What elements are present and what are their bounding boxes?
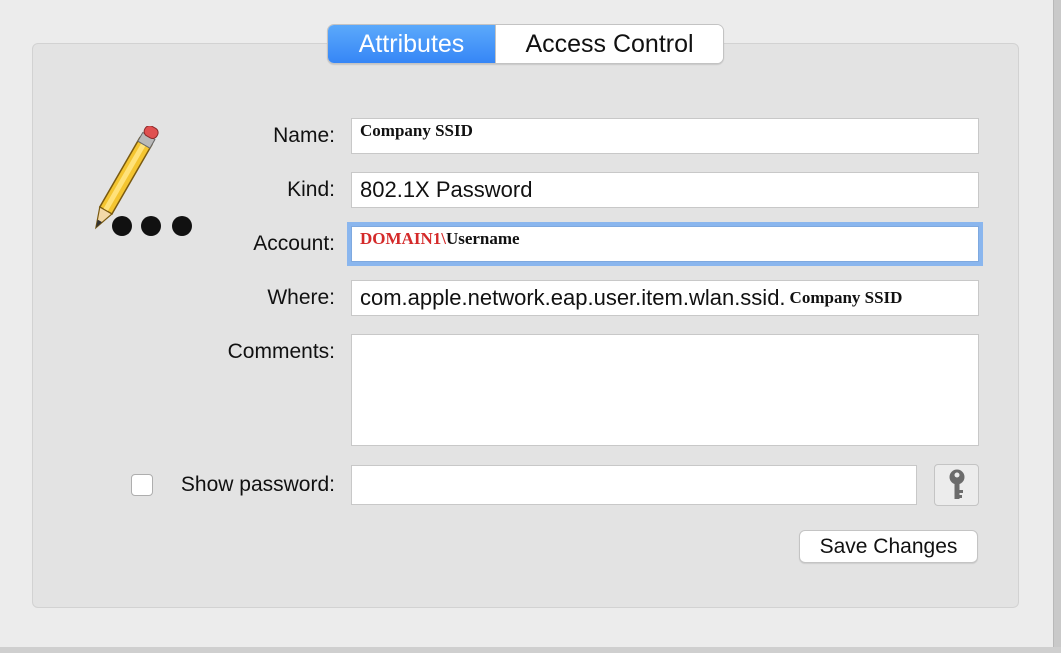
show-password-checkbox[interactable]: [131, 474, 153, 496]
account-label: Account:: [253, 232, 335, 255]
kind-value: 802.1X Password: [360, 177, 533, 202]
comments-label: Comments:: [227, 340, 335, 363]
password-field[interactable]: [351, 465, 917, 505]
where-ssid: Company SSID: [789, 288, 903, 307]
where-field[interactable]: com.apple.network.eap.user.item.wlan.ssi…: [351, 280, 979, 316]
save-changes-button[interactable]: Save Changes: [799, 530, 978, 563]
key-button[interactable]: [934, 464, 979, 506]
kind-field[interactable]: 802.1X Password: [351, 172, 979, 208]
pencil-dots-icon: [80, 125, 200, 242]
show-password-label[interactable]: Show password:: [181, 473, 335, 497]
tab-attributes[interactable]: Attributes: [328, 25, 495, 63]
where-label: Where:: [267, 286, 335, 309]
tab-access-control[interactable]: Access Control: [495, 25, 723, 63]
account-username: Username: [445, 229, 520, 248]
account-domain: DOMAIN1\: [360, 229, 446, 248]
key-icon: [949, 469, 964, 499]
window-edge-right: [1053, 0, 1061, 653]
account-field[interactable]: DOMAIN1\ Username: [347, 222, 983, 266]
name-field[interactable]: Company SSID: [351, 118, 979, 154]
window-edge-bottom: [0, 647, 1061, 653]
name-label: Name:: [273, 124, 335, 147]
where-prefix: com.apple.network.eap.user.item.wlan.ssi…: [360, 285, 786, 310]
kind-label: Kind:: [287, 178, 335, 201]
comments-textarea[interactable]: [351, 334, 979, 446]
segmented-tabs: Attributes Access Control: [327, 24, 724, 64]
name-value: Company SSID: [360, 121, 473, 140]
